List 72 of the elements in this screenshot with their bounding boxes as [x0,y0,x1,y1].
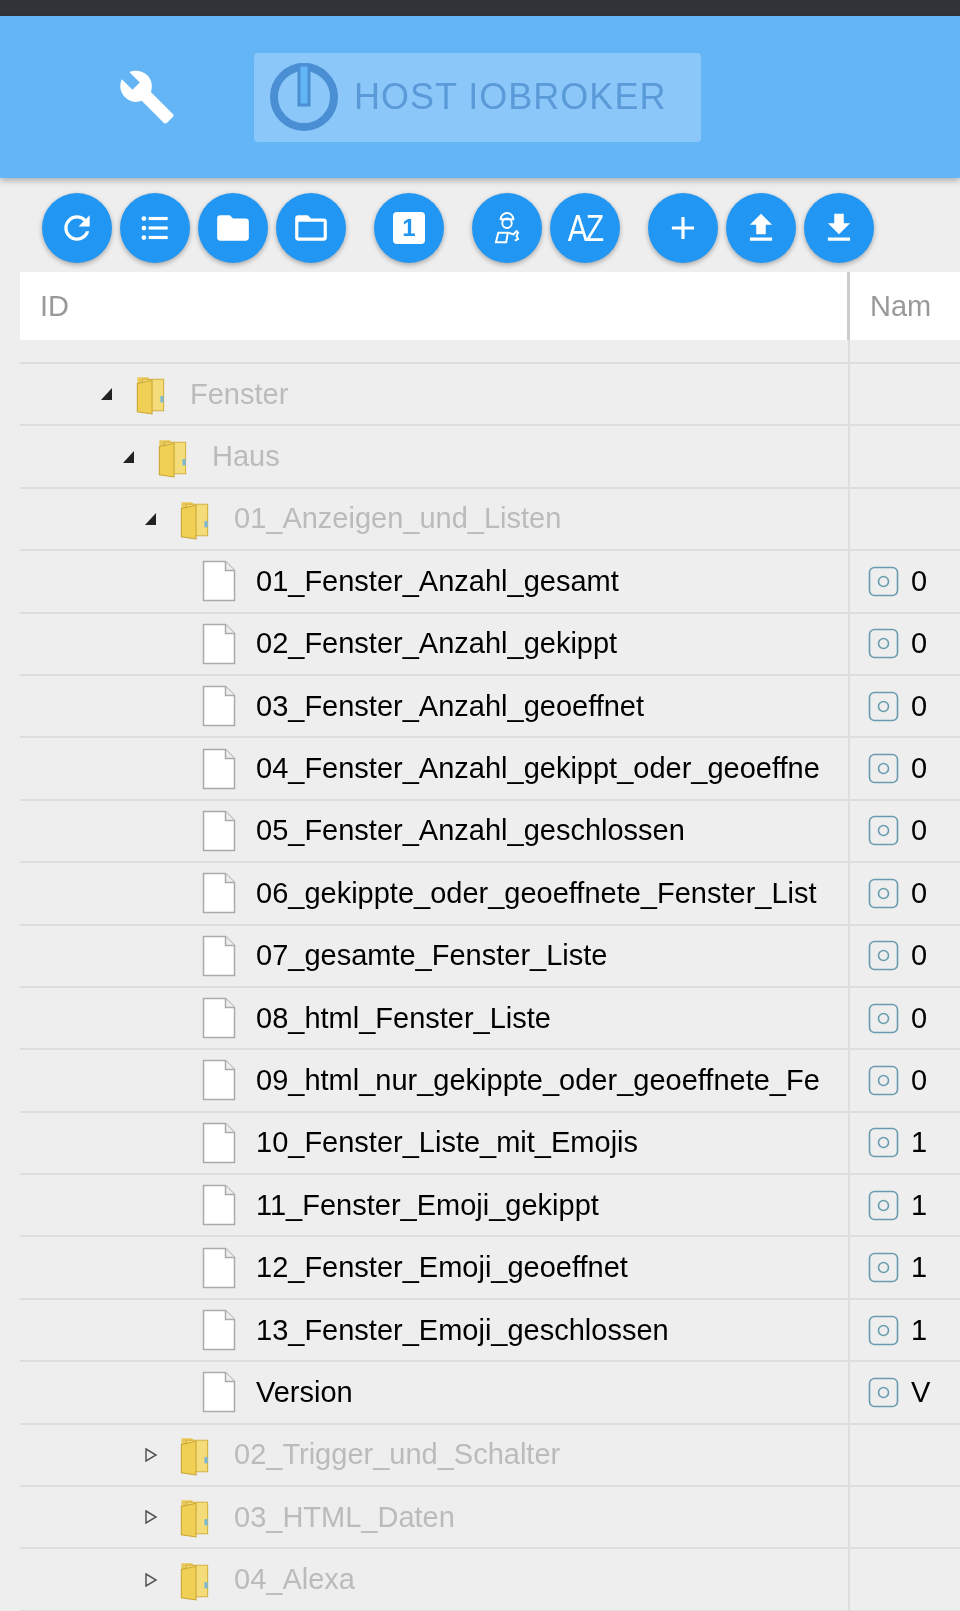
expand-toggle[interactable] [144,1447,158,1462]
name-cell: 0 [911,939,928,973]
file-icon [202,1309,236,1352]
name-cell: 0 [911,564,928,598]
add-button[interactable] [648,193,718,263]
state-icon [868,628,899,660]
state-icon [868,1189,899,1221]
refresh-button[interactable] [42,193,112,263]
name-cell: 0 [911,627,928,661]
state-icon [868,877,899,909]
name-cell: 0 [911,814,928,848]
folder-button[interactable] [198,193,268,263]
state-icon [868,1314,899,1346]
state-icon [868,940,899,972]
state-icon [868,815,899,847]
file-icon [202,1184,236,1227]
file-icon [202,747,236,790]
expand-toggle[interactable] [144,1572,158,1587]
state-icon [868,1065,899,1096]
name-cell: 1 [911,1251,928,1285]
upload-button[interactable] [726,193,796,263]
folder-outline-button[interactable] [276,193,346,263]
state-label[interactable]: 02_Fenster_Anzahl_gekippt [256,627,618,661]
name-cell: 1 [911,1188,928,1222]
file-icon [202,1121,236,1164]
name-cell: 1 [911,1313,928,1347]
name-cell: 0 [911,689,928,723]
state-icon [868,565,899,597]
state-icon [868,1127,899,1159]
download-button[interactable] [804,193,874,263]
state-label[interactable]: 01_Fenster_Anzahl_gesamt [256,564,619,598]
state-label[interactable]: 13_Fenster_Emoji_geschlossen [256,1313,669,1347]
state-label[interactable]: 07_gesamte_Fenster_Liste [256,939,608,973]
logo-icon [268,61,340,133]
state-label[interactable]: 11_Fenster_Emoji_gekippt [256,1188,599,1222]
name-cell: 1 [911,1126,928,1160]
wrench-icon[interactable] [118,68,176,126]
state-label[interactable]: 08_html_Fenster_Liste [256,1001,551,1035]
expert-button[interactable] [472,193,542,263]
state-label[interactable]: 12_Fenster_Emoji_geoeffnet [256,1251,628,1285]
file-icon [202,622,236,665]
state-label[interactable]: 09_html_nur_gekippte_oder_geoeffnete_Fe [256,1064,820,1097]
file-icon [202,1371,236,1414]
collapse-toggle[interactable] [122,449,136,464]
file-icon [202,872,236,915]
list-button[interactable] [120,193,190,263]
expand-toggle[interactable] [144,1510,158,1525]
state-label[interactable]: 10_Fenster_Liste_mit_Emojis [256,1126,638,1160]
state-label[interactable]: 04_Fenster_Anzahl_gekippt_oder_geoeffne [256,752,820,786]
state-icon [868,1002,899,1034]
file-icon [202,997,236,1040]
state-icon [868,690,899,722]
file-icon [202,1246,236,1289]
name-cell: 0 [911,876,928,910]
file-icon [202,934,236,977]
state-icon [868,1252,899,1284]
name-cell: 0 [911,1064,928,1097]
state-label[interactable]: 05_Fenster_Anzahl_geschlossen [256,814,685,848]
state-label[interactable]: 06_gekippte_oder_geoeffnete_Fenster_List [256,876,817,910]
name-cell: 0 [911,752,928,786]
state-label[interactable]: 03_Fenster_Anzahl_geoeffnet [256,689,645,723]
collapse-toggle[interactable] [144,511,158,526]
state-label[interactable]: Version [256,1375,353,1409]
state-icon [868,1376,899,1408]
file-icon [202,809,236,852]
collapse-toggle[interactable] [100,387,114,402]
state-icon [868,753,899,785]
file-icon [202,560,236,603]
name-cell: V [911,1375,931,1409]
file-icon [202,1059,236,1102]
name-cell: 0 [911,1001,928,1035]
file-icon [202,685,236,728]
